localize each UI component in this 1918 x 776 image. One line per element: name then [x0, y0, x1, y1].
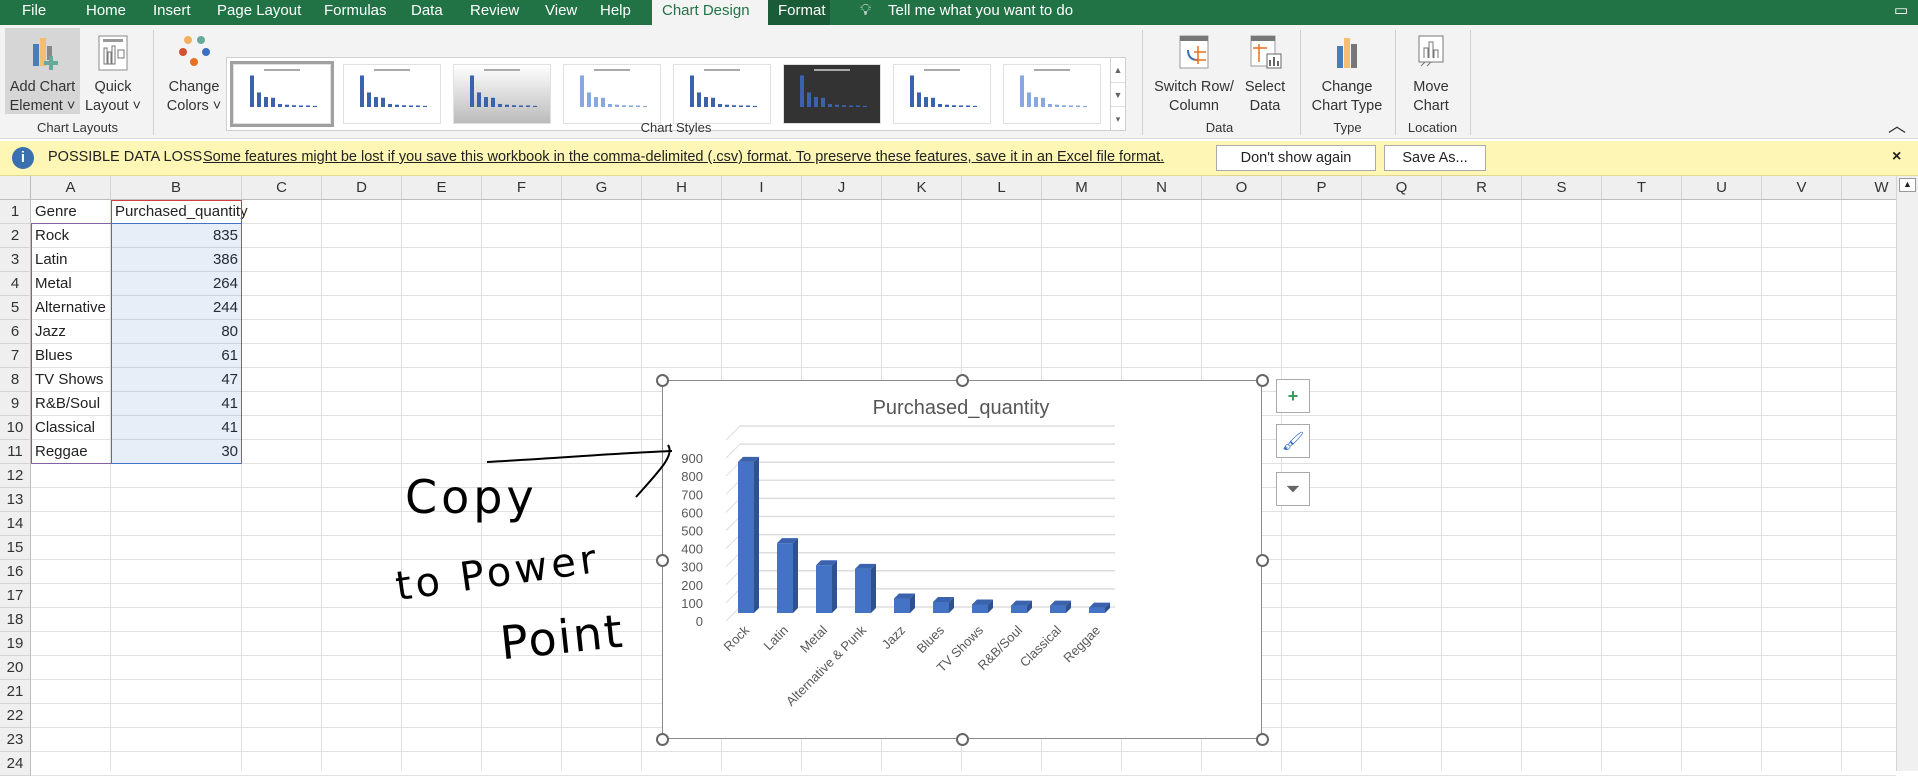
- annotation-line1: Copy: [405, 470, 538, 524]
- handwritten-arrow: [486, 444, 673, 498]
